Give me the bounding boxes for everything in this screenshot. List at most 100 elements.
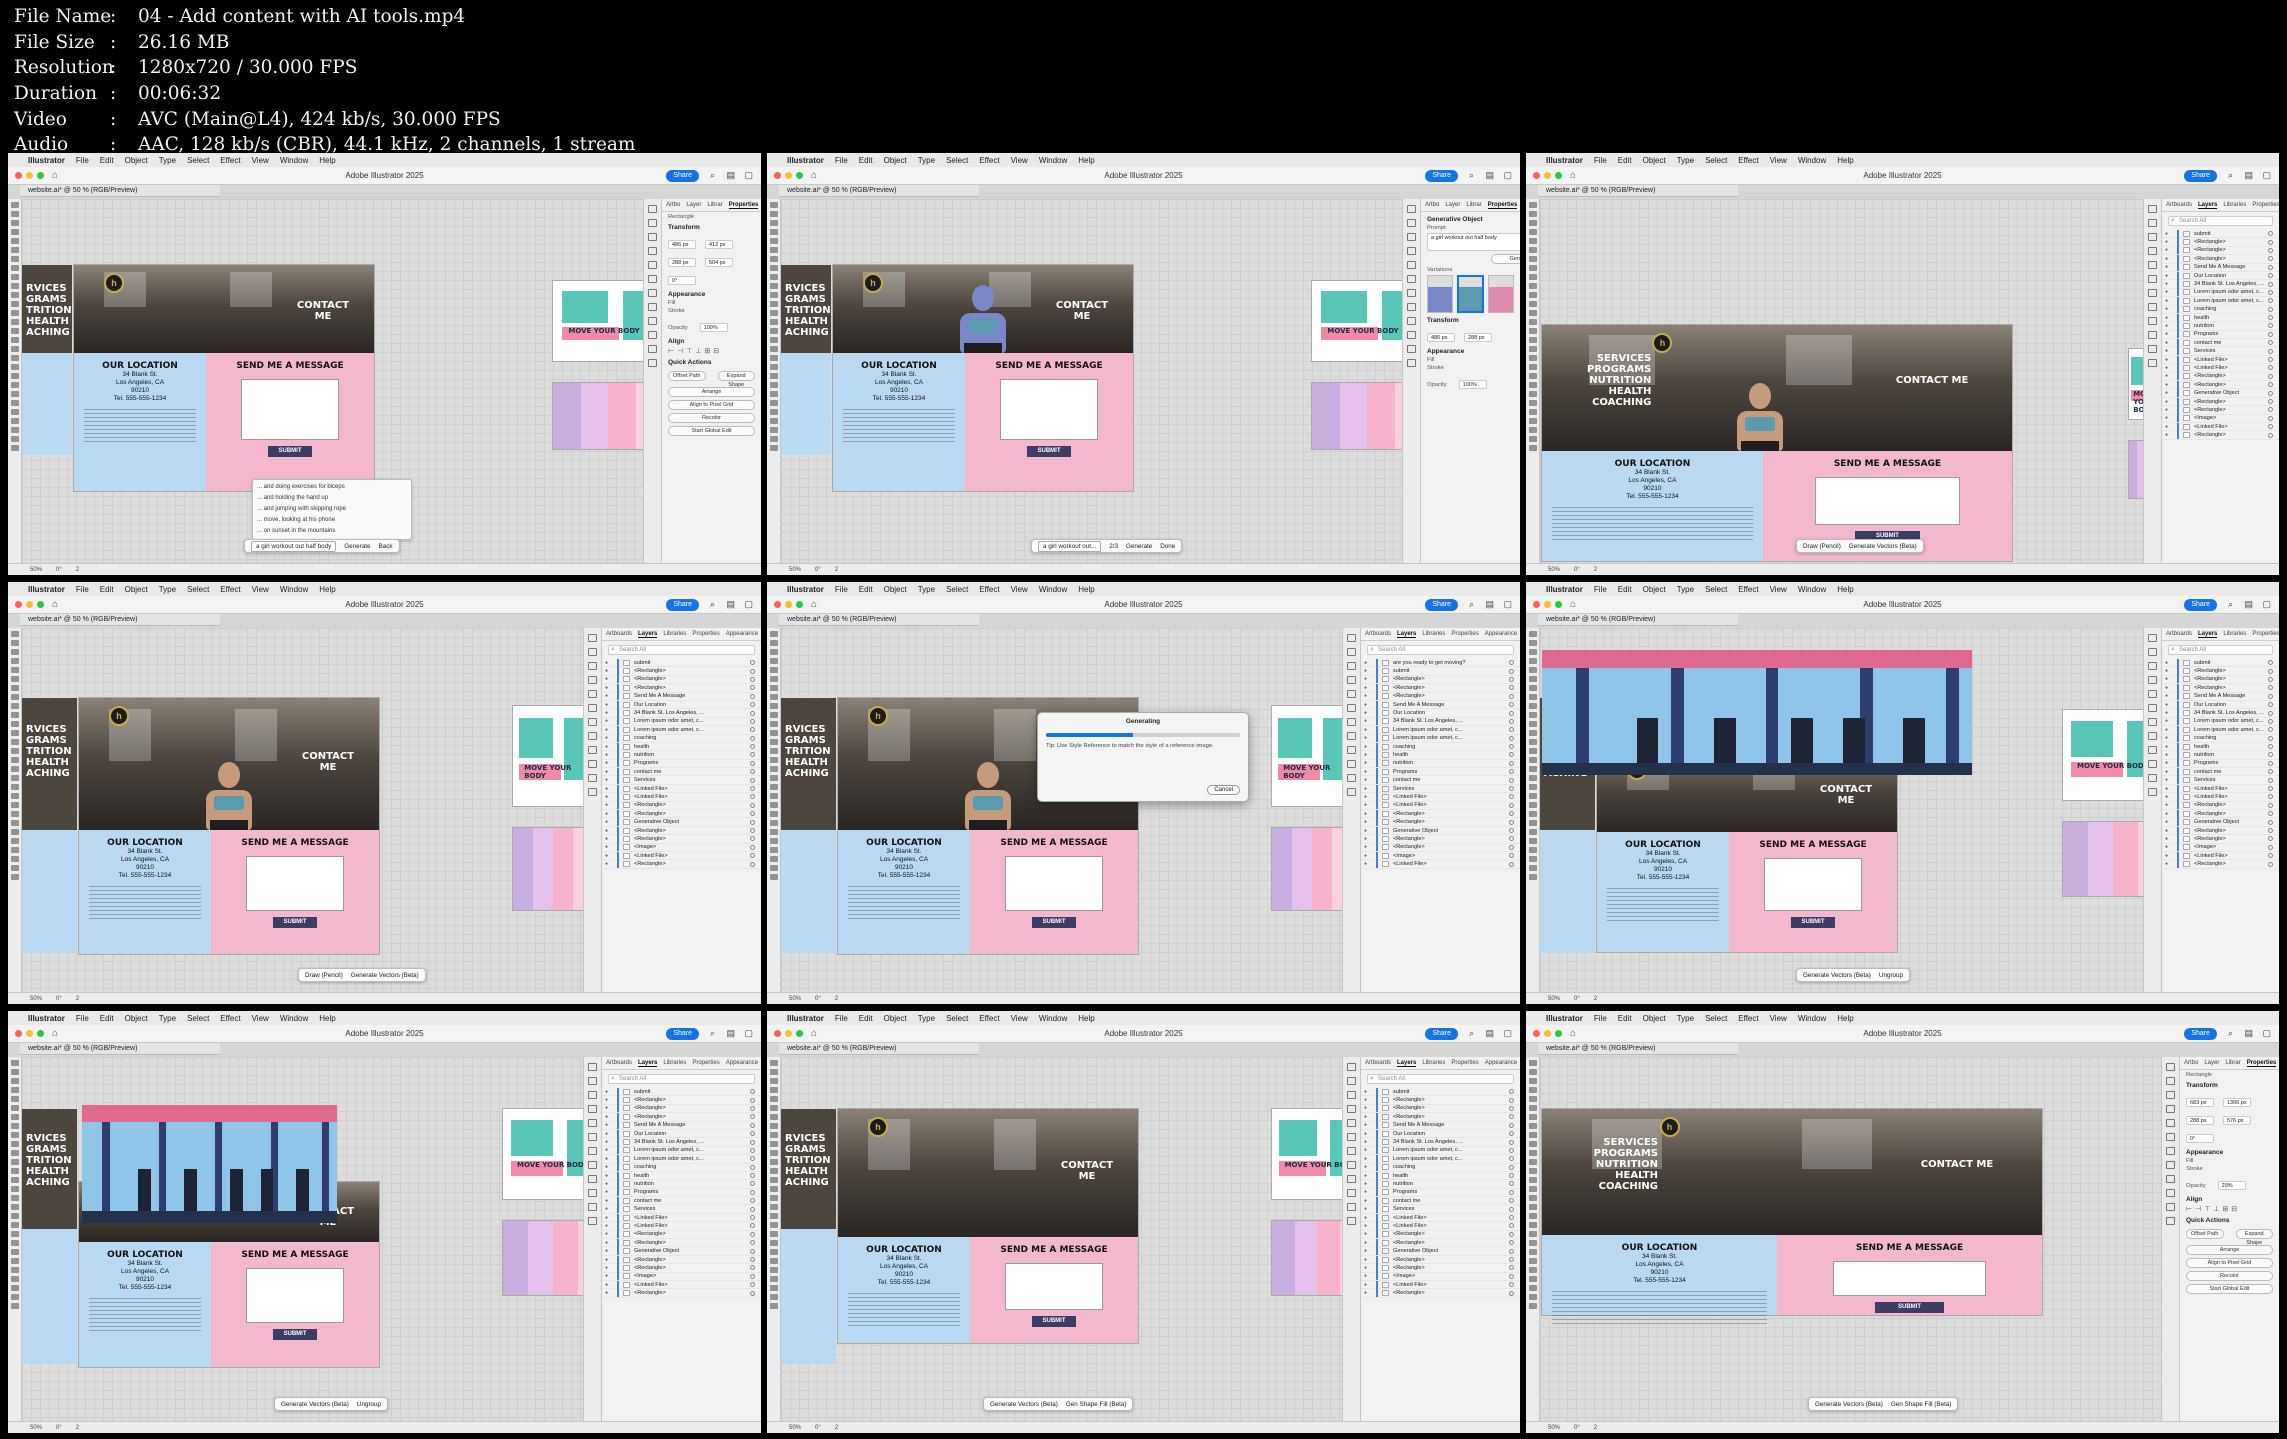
menu-view[interactable]: View	[1770, 585, 1787, 594]
visibility-icon[interactable]: ●	[2165, 836, 2173, 842]
tool-icon[interactable]	[1528, 811, 1537, 817]
services-item[interactable]: TRITION	[26, 305, 72, 316]
tab-artboards[interactable]: Artboards	[2166, 631, 2192, 637]
artboard-number[interactable]: 2	[1594, 567, 1597, 573]
layer-row[interactable]: ● coaching	[602, 734, 761, 743]
panel-icon[interactable]	[648, 247, 657, 255]
layer-row[interactable]: ● <Linked File>	[2162, 851, 2279, 861]
panel-icon[interactable]	[1407, 247, 1416, 255]
tool-icon[interactable]	[10, 328, 19, 334]
target-icon[interactable]	[1509, 1189, 1514, 1195]
panel-icon[interactable]	[2148, 774, 2157, 782]
menu-file[interactable]: File	[76, 156, 89, 165]
tool-icon[interactable]	[10, 811, 19, 817]
panel-icon[interactable]	[588, 1077, 597, 1085]
tool-icon[interactable]	[1528, 784, 1537, 790]
menu-effect[interactable]: Effect	[979, 585, 999, 594]
target-icon[interactable]	[1509, 794, 1514, 800]
tool-icon[interactable]	[769, 874, 778, 880]
share-button[interactable]: Share	[666, 599, 699, 611]
layer-row[interactable]: ● <Rectangle>	[2162, 380, 2279, 390]
tool-icon[interactable]	[10, 301, 19, 307]
layer-row[interactable]: ● 34 Blank St. Los Angeles, ...	[2162, 280, 2279, 289]
layer-row[interactable]: ● <Linked File>	[2162, 355, 2279, 365]
tool-icon[interactable]	[769, 739, 778, 745]
variation-thumbnail[interactable]	[1487, 275, 1514, 313]
submit-button[interactable]: SUBMIT	[1791, 916, 1835, 928]
target-icon[interactable]	[750, 836, 755, 842]
previous-artboard[interactable]: RVICESGRAMSTRITIONHEALTHACHING	[781, 698, 836, 953]
target-icon[interactable]	[1509, 735, 1514, 741]
layer-row[interactable]: ● Lorem ipsum odor amet, c...	[1361, 734, 1520, 743]
services-item[interactable]: HEALTH	[26, 1166, 72, 1177]
tool-icon[interactable]	[10, 1303, 19, 1309]
panel-icon[interactable]	[2148, 233, 2157, 241]
layer-row[interactable]: ● Our Location	[1361, 709, 1520, 718]
stroke-label[interactable]: Stroke	[668, 308, 755, 314]
target-icon[interactable]	[2268, 786, 2273, 792]
rotate-view[interactable]: 0°	[1574, 1425, 1580, 1431]
target-icon[interactable]	[2268, 844, 2273, 850]
tool-icon[interactable]	[769, 829, 778, 835]
tool-icon[interactable]	[769, 274, 778, 280]
tool-icon[interactable]	[1528, 649, 1537, 655]
menu-type[interactable]: Type	[159, 1014, 176, 1023]
target-icon[interactable]	[750, 1131, 755, 1137]
visibility-icon[interactable]: ●	[1364, 1139, 1372, 1145]
artboard-canvas[interactable]: RVICESGRAMSTRITIONHEALTHACHINGhCONTACT M…	[22, 628, 583, 992]
variation-thumbnail[interactable]	[1427, 275, 1454, 313]
panel-icon[interactable]	[2166, 1091, 2175, 1099]
tool-icon[interactable]	[1528, 1204, 1537, 1210]
panel-icon[interactable]	[2148, 205, 2157, 213]
menu-window[interactable]: Window	[280, 585, 308, 594]
layer-row[interactable]: ● Lorem ipsum odor amet, c...	[602, 717, 761, 727]
generate-vectors-button[interactable]: Generate Vectors (Beta)	[990, 1401, 1058, 1408]
panel-icon[interactable]	[2166, 1119, 2175, 1127]
color-swatch-card[interactable]	[1272, 828, 1342, 910]
panel-icon[interactable]	[1407, 317, 1416, 325]
layer-row[interactable]: ● <Linked File>	[2162, 422, 2279, 432]
layer-row[interactable]: ● <Rectangle>	[2162, 372, 2279, 382]
services-item[interactable]: GRAMS	[785, 294, 831, 305]
workspace-icon[interactable]: ▤	[1485, 599, 1494, 610]
visibility-icon[interactable]: ●	[1364, 1131, 1372, 1137]
panel-icon[interactable]	[588, 1161, 597, 1169]
panel-icon[interactable]	[2148, 219, 2157, 227]
tool-icon[interactable]	[10, 346, 19, 352]
layer-row[interactable]: ● health	[1361, 1171, 1520, 1181]
tool-icon[interactable]	[769, 418, 778, 424]
visibility-icon[interactable]: ●	[605, 1164, 613, 1170]
services-item[interactable]: HEALTH	[26, 757, 72, 768]
layer-row[interactable]: ● Lorem ipsum odor amet, c...	[2162, 725, 2279, 735]
panel-icon[interactable]	[1407, 289, 1416, 297]
menu-effect[interactable]: Effect	[1738, 1014, 1758, 1023]
prompt-input[interactable]: a girl workout out half body	[1427, 233, 1520, 251]
layers-search-input[interactable]: Search All	[1367, 645, 1514, 655]
tool-icon[interactable]	[769, 1177, 778, 1183]
website-artboard[interactable]: hCONTACT MEOUR LOCATION34 Blank St.Los A…	[838, 1109, 1138, 1343]
zoom-level[interactable]: 50%	[789, 1425, 801, 1431]
tool-icon[interactable]	[1528, 310, 1537, 316]
target-icon[interactable]	[2268, 231, 2273, 237]
tool-icon[interactable]	[1528, 265, 1537, 271]
tool-icon[interactable]	[10, 1096, 19, 1102]
website-artboard[interactable]: hCONTACT MEOUR LOCATION34 Blank St.Los A…	[1597, 752, 1897, 952]
layer-row[interactable]: ● <Rectangle>	[602, 1263, 761, 1273]
tool-icon[interactable]	[10, 829, 19, 835]
menu-view[interactable]: View	[252, 156, 269, 165]
menu-select[interactable]: Select	[1705, 1014, 1727, 1023]
tool-icon[interactable]	[1528, 1141, 1537, 1147]
tab-properties[interactable]: Properties	[2246, 1060, 2277, 1067]
target-icon[interactable]	[1509, 1097, 1514, 1103]
tab-appearance[interactable]: Appearance	[726, 631, 758, 637]
tool-icon[interactable]	[10, 1114, 19, 1120]
zoom-level[interactable]: 50%	[1548, 567, 1560, 573]
visibility-icon[interactable]: ●	[1364, 660, 1372, 666]
services-item[interactable]: GRAMS	[785, 1144, 831, 1155]
visibility-icon[interactable]: ●	[1364, 735, 1372, 741]
visibility-icon[interactable]: ●	[2165, 802, 2173, 808]
visibility-icon[interactable]: ●	[605, 844, 613, 850]
tool-icon[interactable]	[769, 238, 778, 244]
panel-toggle-icon[interactable]: ▢	[2262, 170, 2271, 181]
target-icon[interactable]	[1509, 1290, 1514, 1296]
